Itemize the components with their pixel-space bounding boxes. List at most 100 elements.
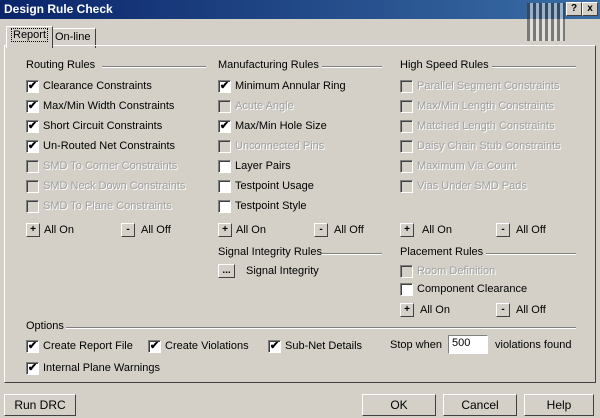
manufacturing-rule-label: Layer Pairs [235, 160, 291, 172]
routing-rule-label: Un-Routed Net Constraints [43, 140, 176, 152]
help-button[interactable]: Help [524, 394, 594, 416]
create-report-file-box[interactable]: ✔ [26, 339, 39, 353]
high-speed-rule-box [400, 79, 413, 93]
high-speed-all-on-label: All On [422, 224, 452, 236]
create-report-file-checkbox[interactable]: ✔ Create Report File [26, 338, 133, 354]
manufacturing-rule-checkbox[interactable]: ✔ Max/Min Hole Size [218, 118, 327, 134]
placement-rule-label: Room Definition [417, 265, 496, 277]
signal-integrity-label: Signal Integrity [246, 265, 319, 277]
manufacturing-rule-checkbox: Unconnected Pins [218, 138, 324, 154]
placement-rule-box [400, 264, 413, 278]
internal-plane-warnings-label: Internal Plane Warnings [43, 362, 160, 374]
manufacturing-rule-label: Acute Angle [235, 100, 294, 112]
high-speed-rule-checkbox: Parallel Segment Constraints [400, 78, 559, 94]
high-speed-rule-box [400, 159, 413, 173]
routing-rule-box[interactable]: ✔ [26, 139, 39, 153]
placement-rule-checkbox[interactable]: Component Clearance [400, 281, 527, 297]
tab-report[interactable]: Report [6, 26, 54, 48]
options-title: Options [26, 320, 64, 332]
routing-all-off-button[interactable]: - [121, 223, 135, 237]
stop-when-input[interactable]: 500 [448, 335, 488, 354]
routing-rules-line [102, 66, 206, 68]
qr-code-watermark [527, 3, 565, 41]
routing-rule-box [26, 179, 39, 193]
manufacturing-rule-checkbox[interactable]: Testpoint Usage [218, 178, 314, 194]
routing-rule-checkbox[interactable]: ✔ Short Circuit Constraints [26, 118, 162, 134]
routing-rule-box[interactable]: ✔ [26, 79, 39, 93]
placement-all-on-button[interactable]: + [400, 303, 414, 317]
high-speed-rule-label: Vias Under SMD Pads [417, 180, 527, 192]
placement-all-on-label: All On [420, 304, 450, 316]
manufacturing-rule-box[interactable] [218, 199, 231, 213]
manufacturing-all-off-button[interactable]: - [314, 223, 328, 237]
internal-plane-warnings-box[interactable]: ✔ [26, 361, 39, 375]
routing-rule-label: SMD To Plane Constraints [43, 200, 172, 212]
high-speed-all-on-button[interactable]: + [400, 223, 414, 237]
high-speed-rule-box [400, 139, 413, 153]
high-speed-rule-box [400, 179, 413, 193]
signal-integrity-line [322, 253, 382, 255]
cancel-button[interactable]: Cancel [443, 394, 517, 416]
routing-all-on-label: All On [44, 224, 74, 236]
manufacturing-rule-label: Testpoint Usage [235, 180, 314, 192]
high-speed-rules-line [492, 66, 576, 68]
high-speed-all-off-button[interactable]: - [496, 223, 510, 237]
help-title-button[interactable]: ? [566, 2, 582, 16]
routing-all-on-button[interactable]: + [26, 223, 40, 237]
placement-rules-line [486, 253, 576, 255]
high-speed-rule-checkbox: Max/Min Length Constraints [400, 98, 554, 114]
routing-rules-title: Routing Rules [26, 59, 96, 71]
routing-rule-checkbox: SMD To Plane Constraints [26, 198, 172, 214]
internal-plane-warnings-checkbox[interactable]: ✔ Internal Plane Warnings [26, 360, 160, 376]
high-speed-rule-checkbox: Maximum Via Count [400, 158, 516, 174]
manufacturing-all-on-button[interactable]: + [218, 223, 232, 237]
high-speed-rule-box [400, 119, 413, 133]
create-violations-box[interactable]: ✔ [148, 339, 161, 353]
placement-rule-box[interactable] [400, 282, 413, 296]
routing-rule-checkbox[interactable]: ✔ Clearance Constraints [26, 78, 152, 94]
ok-button[interactable]: OK [362, 394, 436, 416]
manufacturing-rule-box[interactable]: ✔ [218, 79, 231, 93]
manufacturing-rule-checkbox[interactable]: Testpoint Style [218, 198, 307, 214]
routing-rule-checkbox[interactable]: ✔ Un-Routed Net Constraints [26, 138, 175, 154]
routing-rule-box[interactable]: ✔ [26, 119, 39, 133]
manufacturing-rules-title: Manufacturing Rules [218, 59, 319, 71]
high-speed-rule-label: Parallel Segment Constraints [417, 80, 560, 92]
stop-when-label: Stop when [390, 339, 442, 351]
routing-rule-label: Short Circuit Constraints [43, 120, 163, 132]
manufacturing-rule-box[interactable] [218, 159, 231, 173]
routing-rule-box [26, 159, 39, 173]
routing-rule-checkbox: SMD To Corner Constraints [26, 158, 177, 174]
manufacturing-rule-checkbox: Acute Angle [218, 98, 294, 114]
window-title: Design Rule Check [4, 2, 113, 16]
manufacturing-rule-box[interactable] [218, 179, 231, 193]
high-speed-rules-title: High Speed Rules [400, 59, 489, 71]
title-bar[interactable]: Design Rule Check ? x [0, 0, 600, 41]
run-drc-button[interactable]: Run DRC [4, 394, 76, 416]
routing-rule-box [26, 199, 39, 213]
manufacturing-rule-checkbox[interactable]: Layer Pairs [218, 158, 291, 174]
routing-rule-label: SMD To Corner Constraints [43, 160, 178, 172]
routing-rule-checkbox[interactable]: ✔ Max/Min Width Constraints [26, 98, 174, 114]
manufacturing-rule-label: Unconnected Pins [235, 140, 325, 152]
high-speed-rule-label: Matched Length Constraints [417, 120, 555, 132]
sub-net-details-box[interactable]: ✔ [268, 339, 281, 353]
sub-net-details-checkbox[interactable]: ✔ Sub-Net Details [268, 338, 362, 354]
routing-rule-label: Max/Min Width Constraints [43, 100, 175, 112]
create-violations-checkbox[interactable]: ✔ Create Violations [148, 338, 249, 354]
manufacturing-rule-box[interactable]: ✔ [218, 119, 231, 133]
violations-found-label: violations found [495, 339, 572, 351]
signal-integrity-ellipsis-button[interactable]: ... [218, 264, 235, 278]
high-speed-rule-checkbox: Daisy Chain Stub Constraints [400, 138, 561, 154]
close-title-button[interactable]: x [582, 2, 598, 16]
placement-all-off-button[interactable]: - [496, 303, 510, 317]
routing-rule-box[interactable]: ✔ [26, 99, 39, 113]
routing-rule-checkbox: SMD Neck Down Constraints [26, 178, 185, 194]
placement-rule-label: Component Clearance [417, 283, 528, 295]
high-speed-rule-checkbox: Matched Length Constraints [400, 118, 555, 134]
sub-net-details-label: Sub-Net Details [285, 340, 363, 352]
manufacturing-rule-checkbox[interactable]: ✔ Minimum Annular Ring [218, 78, 346, 94]
placement-all-off-label: All Off [516, 304, 546, 316]
high-speed-rule-label: Max/Min Length Constraints [417, 100, 554, 112]
high-speed-rule-label: Maximum Via Count [417, 160, 516, 172]
